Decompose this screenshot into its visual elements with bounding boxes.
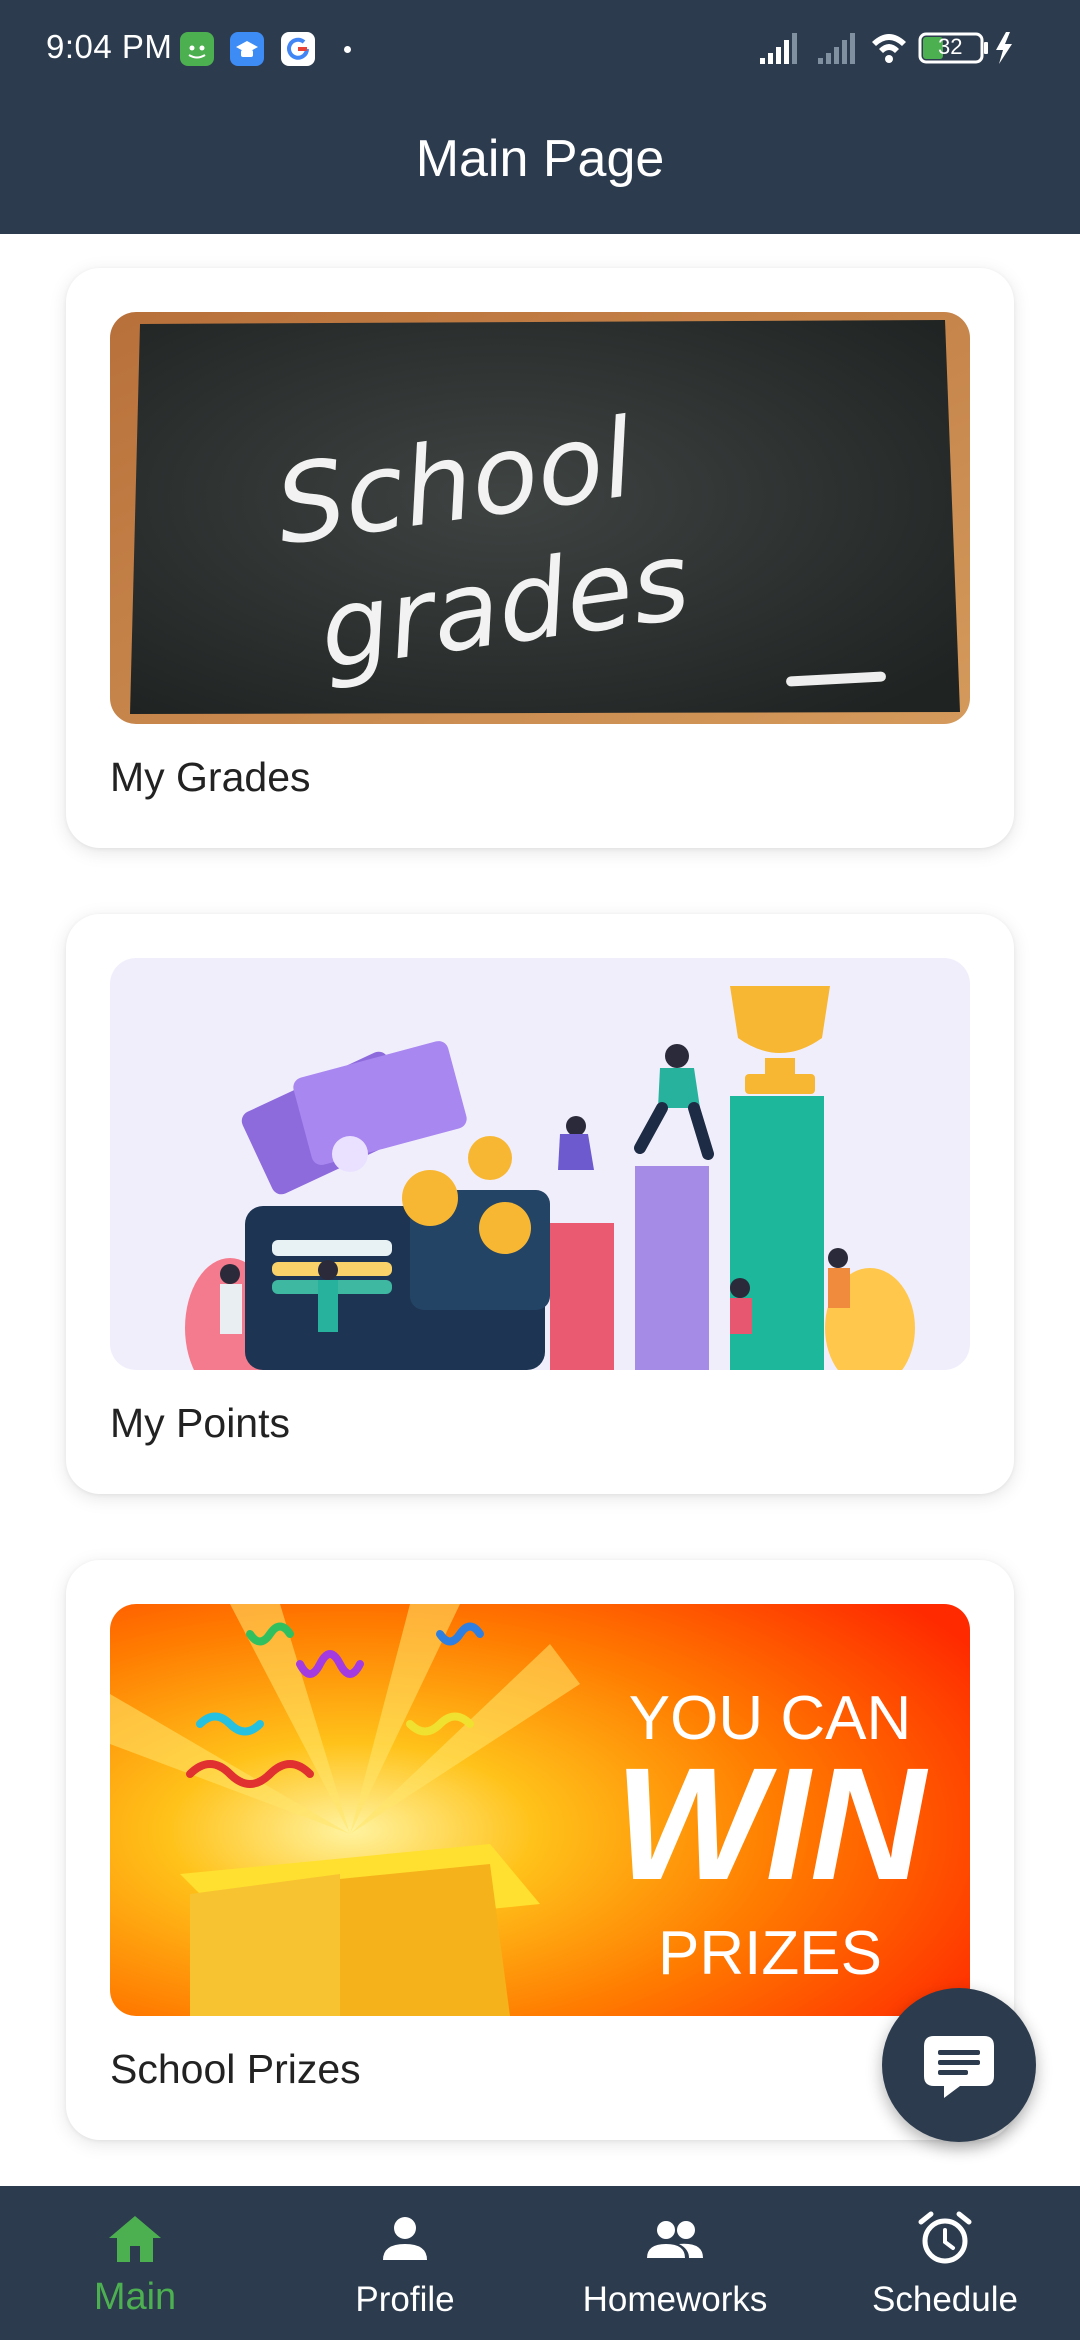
- my-points-card[interactable]: My Points: [66, 914, 1014, 1494]
- main-page-screen: 9:04 PM 32 Main Page School grades My Gr…: [0, 0, 1080, 2340]
- google-notification-icon: [281, 32, 315, 66]
- school-grades-image: School grades: [110, 312, 970, 724]
- chat-fab-button[interactable]: [882, 1988, 1036, 2142]
- page-title: Main Page: [415, 130, 665, 188]
- charging-icon: [996, 32, 1012, 64]
- bottom-navigation: Main Profile Homeworks Schedule: [0, 2186, 1080, 2340]
- battery-level: 32: [938, 34, 963, 59]
- chat-icon: [924, 2036, 994, 2098]
- image-text-prizes: PRIZES: [658, 1919, 882, 1988]
- my-grades-label: My Grades: [110, 754, 311, 800]
- alarm-icon: [918, 2211, 972, 2264]
- my-points-image: [110, 958, 970, 1370]
- my-grades-card[interactable]: School grades My Grades: [66, 268, 1014, 848]
- status-time: 9:04 PM: [46, 28, 173, 65]
- school-prizes-image: YOU CAN WIN PRIZES: [110, 1604, 970, 2016]
- group-icon: [647, 2221, 703, 2258]
- status-indicators: 32: [760, 28, 1050, 68]
- nav-label-main: Main: [93, 2276, 177, 2318]
- nav-item-main[interactable]: Main: [0, 2186, 270, 2340]
- nav-item-profile[interactable]: Profile: [270, 2186, 540, 2340]
- nav-item-homeworks[interactable]: Homeworks: [540, 2186, 810, 2340]
- wifi-icon: [872, 34, 906, 63]
- nav-item-schedule[interactable]: Schedule: [810, 2186, 1080, 2340]
- more-notifications-dot: [344, 46, 351, 53]
- home-icon: [109, 2216, 161, 2262]
- signal-icon-2: [818, 33, 855, 64]
- signal-icon-1: [760, 33, 797, 64]
- android-notification-icon: [180, 32, 214, 66]
- nav-label-schedule: Schedule: [872, 2280, 1018, 2319]
- school-app-notification-icon: [230, 32, 264, 66]
- my-points-label: My Points: [110, 1400, 290, 1446]
- nav-label-homeworks: Homeworks: [582, 2280, 768, 2319]
- image-text-win: WIN: [614, 1734, 928, 1913]
- nav-label-profile: Profile: [355, 2280, 455, 2319]
- school-prizes-card[interactable]: YOU CAN WIN PRIZES School Prizes: [66, 1560, 1014, 2140]
- school-prizes-label: School Prizes: [110, 2046, 361, 2092]
- status-bar: 9:04 PM 32: [0, 0, 1080, 80]
- app-header: Main Page: [0, 80, 1080, 234]
- person-icon: [383, 2217, 427, 2260]
